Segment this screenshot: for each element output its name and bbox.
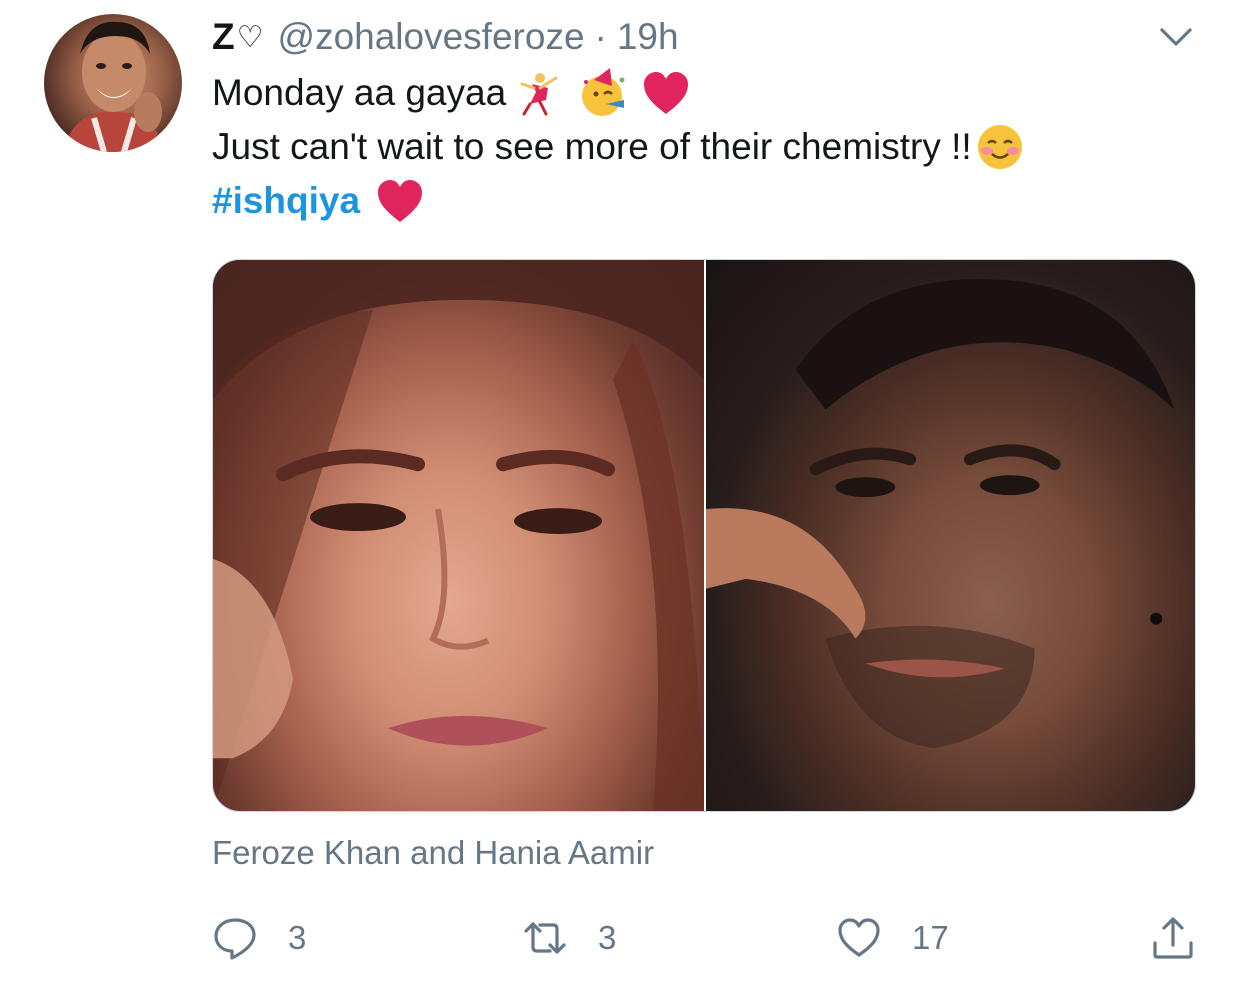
tweet-line-3: #ishqiya (212, 174, 1212, 228)
partying-face-emoji-icon (582, 68, 625, 116)
retweet-count: 3 (598, 919, 617, 956)
smiling-face-emoji-icon (977, 125, 1022, 169)
share-button[interactable] (1150, 908, 1196, 968)
tweet-actions: 3 3 17 (212, 908, 1196, 968)
like-button[interactable]: 17 (836, 908, 949, 968)
like-count: 17 (912, 919, 949, 956)
display-name[interactable]: Z (212, 16, 235, 58)
heart-icon (838, 918, 880, 957)
tweet-line-2: Just can't wait to see more of their che… (212, 120, 1212, 174)
tweet-text-line-2: Just can't wait to see more of their che… (212, 126, 972, 167)
hashtag-link[interactable]: #ishqiya (212, 174, 360, 228)
retweet-button[interactable]: 3 (522, 908, 616, 968)
display-name-heart-icon: ♡ (236, 20, 264, 54)
dancer-emoji-icon (520, 73, 558, 116)
retweet-icon (524, 922, 566, 954)
media-photo-left[interactable] (213, 260, 704, 811)
reply-icon (214, 918, 256, 960)
media-photo-right[interactable] (706, 260, 1195, 811)
user-handle[interactable]: @zohalovesferoze (278, 16, 585, 58)
red-heart-emoji-icon (378, 180, 423, 222)
tweet-header: Z ♡ @zohalovesferoze · 19h (212, 14, 679, 60)
tweet-line-1: Monday aa gayaa (212, 66, 1212, 120)
share-icon (1153, 917, 1193, 959)
tweet-media[interactable] (212, 259, 1196, 812)
tweet-text-line-1: Monday aa gayaa (212, 72, 507, 113)
separator-dot: · (594, 16, 607, 57)
media-caption: Feroze Khan and Hania Aamir (212, 834, 655, 871)
tweet-text: Monday aa gayaa Just can't wait to see m… (212, 66, 1212, 228)
chevron-down-icon[interactable] (1156, 22, 1196, 52)
tweet-timestamp[interactable]: 19h (617, 16, 679, 58)
reply-button[interactable]: 3 (212, 908, 306, 968)
red-heart-emoji-icon (644, 72, 689, 114)
avatar[interactable] (44, 14, 182, 152)
reply-count: 3 (288, 919, 307, 956)
